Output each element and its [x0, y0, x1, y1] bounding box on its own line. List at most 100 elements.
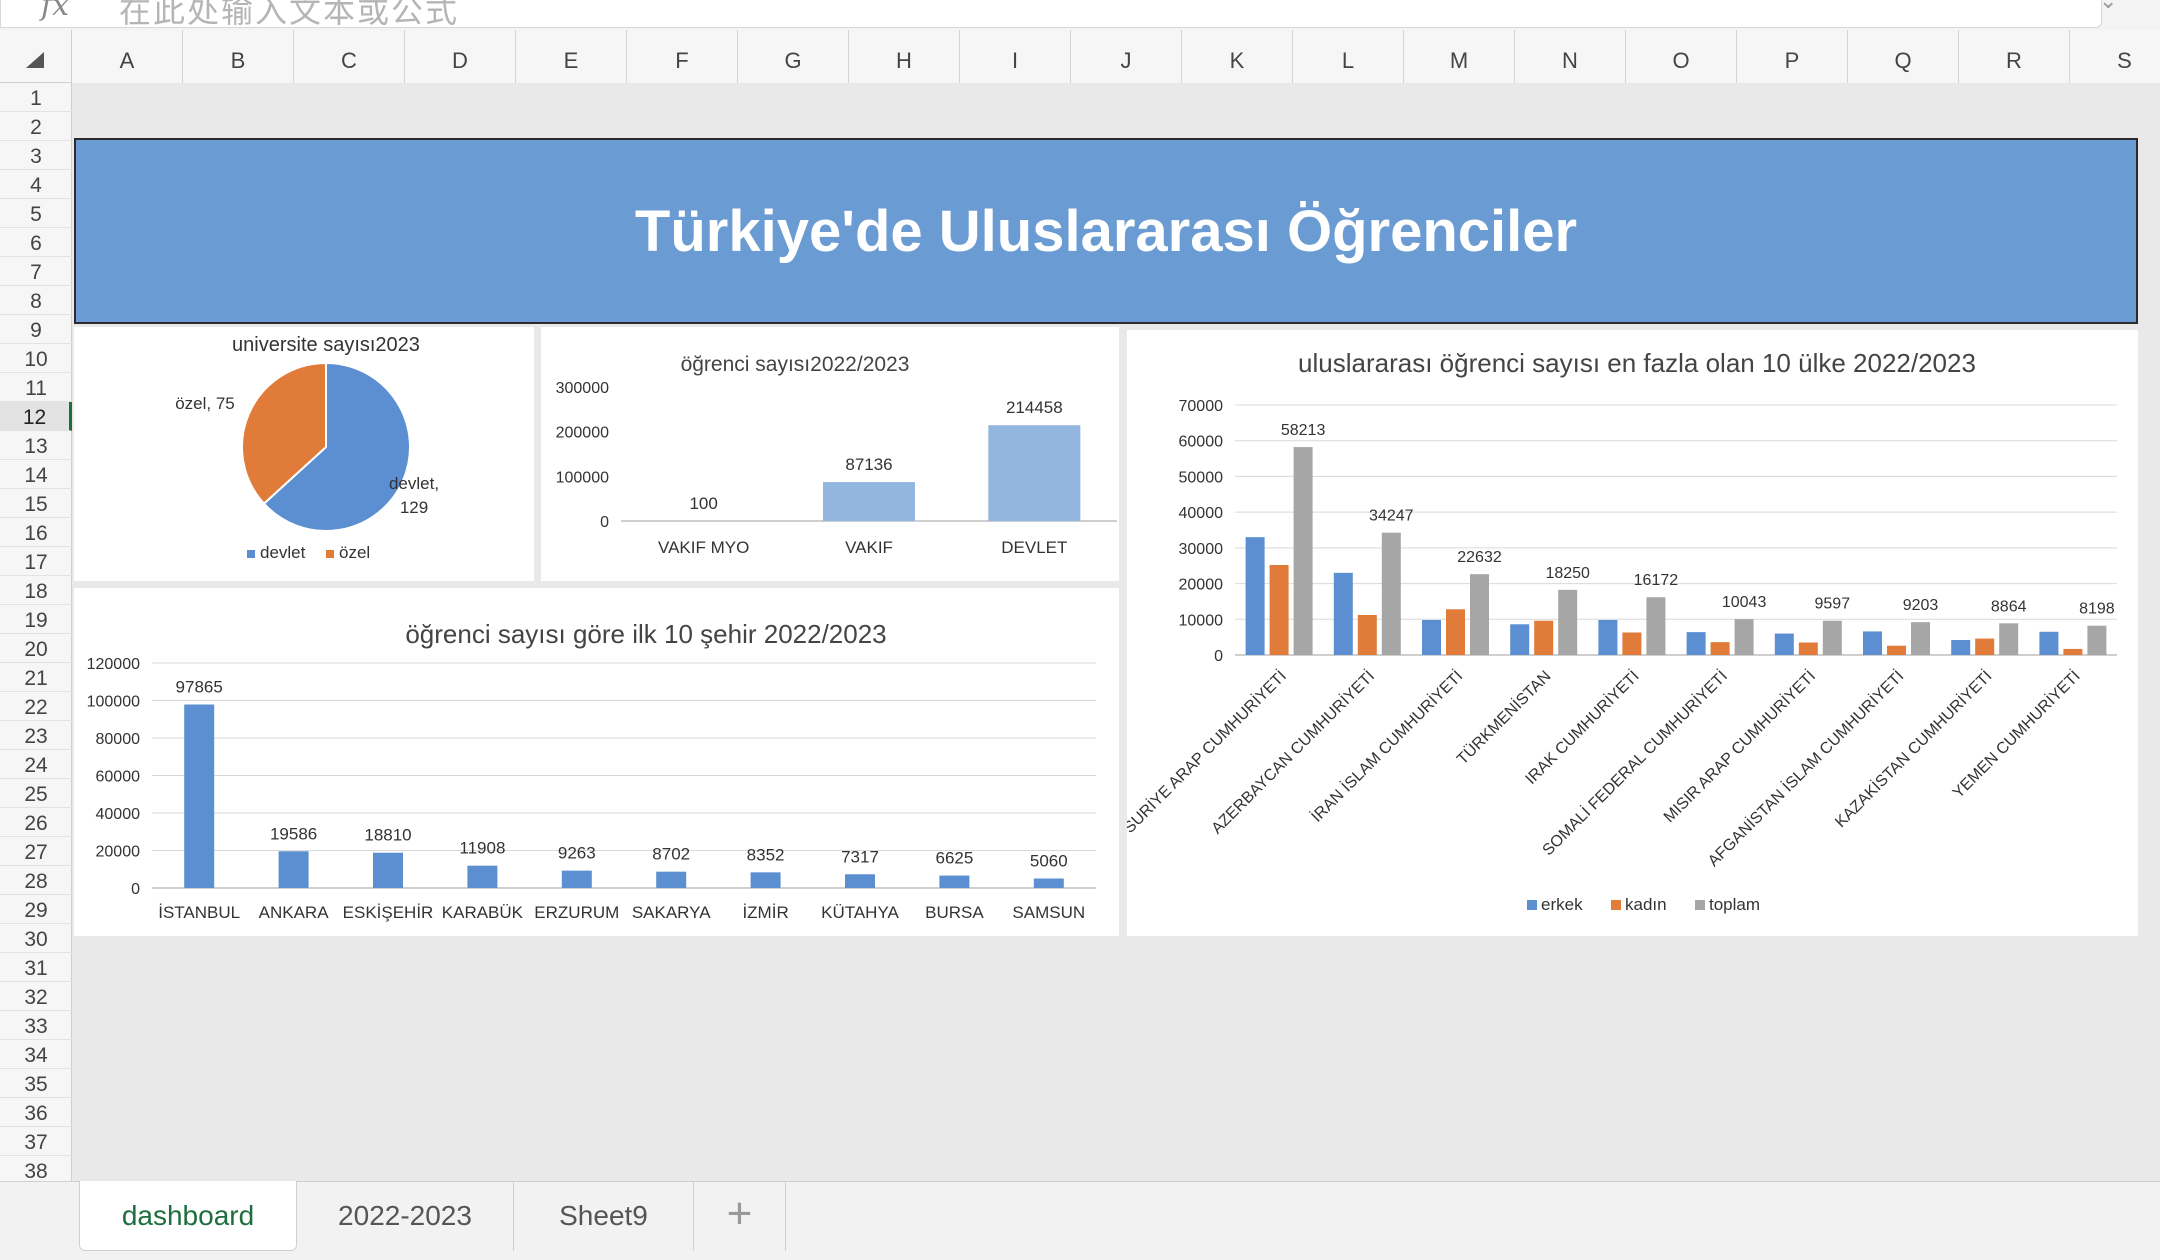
tab-dashboard[interactable]: dashboard — [79, 1181, 297, 1251]
row-header-3[interactable]: 3 — [0, 141, 72, 170]
column-header-S[interactable]: S — [2070, 30, 2160, 83]
column-header-F[interactable]: F — [627, 30, 738, 83]
expand-chevron-icon[interactable]: ⌄ — [2099, 0, 2117, 14]
row-header-9[interactable]: 9 — [0, 315, 72, 344]
row-header-32[interactable]: 32 — [0, 982, 72, 1011]
bar-value — [751, 872, 781, 888]
row-header-28[interactable]: 28 — [0, 866, 72, 895]
x-category-label: KÜTAHYA — [821, 903, 899, 922]
column-header-R[interactable]: R — [1959, 30, 2070, 83]
row-header-1[interactable]: 1 — [0, 83, 72, 112]
row-header-21[interactable]: 21 — [0, 663, 72, 692]
banner-title: Türkiye'de Uluslararası Öğrenciler — [76, 140, 2136, 322]
row-header-26[interactable]: 26 — [0, 808, 72, 837]
data-label: 34247 — [1369, 508, 1414, 525]
y-tick-label: 70000 — [1179, 398, 1224, 415]
column-header-J[interactable]: J — [1071, 30, 1182, 83]
column-header-G[interactable]: G — [738, 30, 849, 83]
row-header-24[interactable]: 24 — [0, 750, 72, 779]
data-label: 9203 — [1903, 597, 1939, 614]
bar-kadın — [1358, 615, 1377, 655]
chart-university-count[interactable]: universite sayısı2023devlet,129özel, 75d… — [74, 327, 534, 581]
pie-data-label: devlet, — [389, 474, 439, 493]
data-label: 87136 — [845, 455, 892, 474]
bar-value — [823, 482, 915, 521]
row-header-10[interactable]: 10 — [0, 344, 72, 373]
column-header-B[interactable]: B — [183, 30, 294, 83]
bar-kadın — [1446, 609, 1465, 655]
row-header-17[interactable]: 17 — [0, 547, 72, 576]
bar-erkek — [1246, 537, 1265, 655]
add-sheet-button[interactable]: + — [694, 1181, 786, 1251]
column-header-O[interactable]: O — [1626, 30, 1737, 83]
data-label: 22632 — [1457, 549, 1502, 566]
row-header-6[interactable]: 6 — [0, 228, 72, 257]
data-label: 5060 — [1030, 852, 1068, 871]
column-header-D[interactable]: D — [405, 30, 516, 83]
data-label: 10043 — [1722, 594, 1767, 611]
select-all-corner[interactable] — [0, 30, 72, 83]
bar-toplam — [1646, 597, 1665, 655]
row-header-20[interactable]: 20 — [0, 634, 72, 663]
column-header-E[interactable]: E — [516, 30, 627, 83]
row-header-34[interactable]: 34 — [0, 1040, 72, 1069]
row-header-13[interactable]: 13 — [0, 431, 72, 460]
row-header-37[interactable]: 37 — [0, 1127, 72, 1156]
tab-2022-2023[interactable]: 2022-2023 — [297, 1181, 514, 1251]
column-header-L[interactable]: L — [1293, 30, 1404, 83]
row-header-11[interactable]: 11 — [0, 373, 72, 402]
bar-value — [373, 853, 403, 888]
chart-top-countries[interactable]: uluslararası öğrenci sayısı en fazla ola… — [1127, 330, 2138, 936]
column-header-Q[interactable]: Q — [1848, 30, 1959, 83]
formula-bar: fx 在此处输入文本或公式 ⌄ — [0, 0, 2160, 30]
row-header-7[interactable]: 7 — [0, 257, 72, 286]
row-header-19[interactable]: 19 — [0, 605, 72, 634]
row-header-14[interactable]: 14 — [0, 460, 72, 489]
row-header-15[interactable]: 15 — [0, 489, 72, 518]
y-tick-label: 300000 — [556, 380, 609, 397]
x-category-label: İRAN İSLAM CUMHURİYETİ — [1307, 666, 1466, 825]
row-header-22[interactable]: 22 — [0, 692, 72, 721]
bar-value — [988, 425, 1080, 521]
row-header-36[interactable]: 36 — [0, 1098, 72, 1127]
chart-student-count-type[interactable]: öğrenci sayısı2022/202301000002000003000… — [541, 327, 1119, 581]
row-header-18[interactable]: 18 — [0, 576, 72, 605]
fx-icon[interactable]: fx — [41, 0, 69, 23]
row-header-16[interactable]: 16 — [0, 518, 72, 547]
row-header-5[interactable]: 5 — [0, 199, 72, 228]
column-header-K[interactable]: K — [1182, 30, 1293, 83]
y-tick-label: 60000 — [96, 769, 141, 786]
bar-kadın — [1975, 639, 1994, 655]
column-header-H[interactable]: H — [849, 30, 960, 83]
x-category-label: AFGANİSTAN İSLAM CUMHURİYETİ — [1704, 666, 1908, 870]
chart-top-cities[interactable]: öğrenci sayısı göre ilk 10 şehir 2022/20… — [74, 588, 1119, 936]
column-header-C[interactable]: C — [294, 30, 405, 83]
column-header-I[interactable]: I — [960, 30, 1071, 83]
formula-input[interactable]: fx 在此处输入文本或公式 ⌄ — [0, 0, 2102, 28]
chart-title: uluslararası öğrenci sayısı en fazla ola… — [1298, 348, 1976, 378]
data-label: 58213 — [1281, 422, 1326, 439]
row-header-4[interactable]: 4 — [0, 170, 72, 199]
bar-kadın — [1799, 643, 1818, 656]
legend-label: toplam — [1709, 895, 1760, 914]
row-header-27[interactable]: 27 — [0, 837, 72, 866]
row-header-30[interactable]: 30 — [0, 924, 72, 953]
column-header-M[interactable]: M — [1404, 30, 1515, 83]
row-header-2[interactable]: 2 — [0, 112, 72, 141]
column-header-A[interactable]: A — [72, 30, 183, 83]
data-label: 11908 — [459, 839, 505, 858]
row-header-8[interactable]: 8 — [0, 286, 72, 315]
bar-toplam — [1735, 619, 1754, 655]
row-header-12[interactable]: 12 — [0, 402, 72, 431]
column-header-P[interactable]: P — [1737, 30, 1848, 83]
tab-sheet9[interactable]: Sheet9 — [514, 1181, 694, 1251]
row-header-23[interactable]: 23 — [0, 721, 72, 750]
row-header-25[interactable]: 25 — [0, 779, 72, 808]
row-header-29[interactable]: 29 — [0, 895, 72, 924]
data-label: 19586 — [270, 824, 317, 843]
row-header-35[interactable]: 35 — [0, 1069, 72, 1098]
row-header-31[interactable]: 31 — [0, 953, 72, 982]
bar-toplam — [1823, 621, 1842, 655]
row-header-33[interactable]: 33 — [0, 1011, 72, 1040]
column-header-N[interactable]: N — [1515, 30, 1626, 83]
